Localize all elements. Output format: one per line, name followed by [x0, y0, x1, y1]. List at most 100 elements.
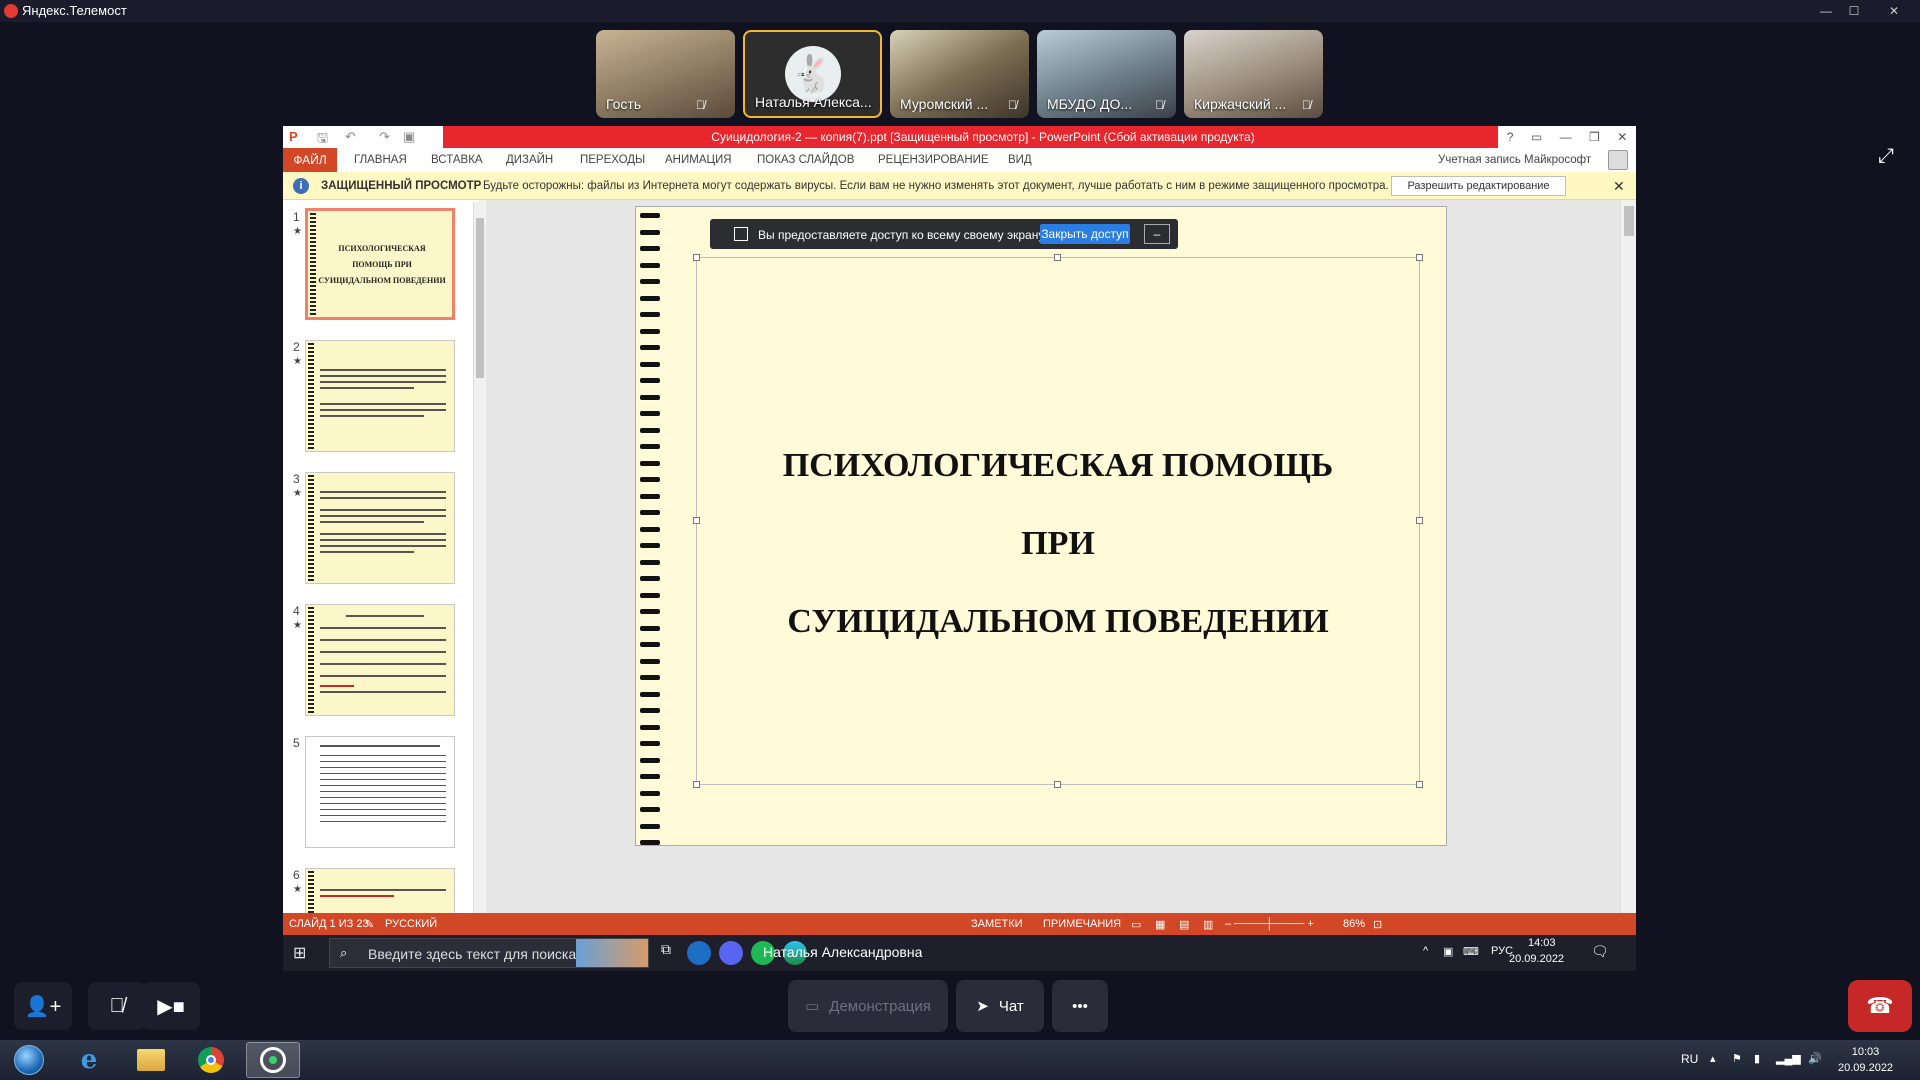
battery-icon[interactable]: ▮ — [1754, 1052, 1760, 1065]
tab-slideshow[interactable]: ПОКАЗ СЛАЙДОВ — [757, 154, 854, 166]
flag-icon[interactable]: ⚑ — [1732, 1052, 1742, 1065]
normal-view-icon[interactable]: ▭ — [1131, 918, 1141, 931]
comments-button[interactable]: ПРИМЕЧАНИЯ — [1043, 918, 1121, 930]
ppt-minimize-icon[interactable]: — — [1560, 130, 1572, 144]
windows-start-icon[interactable]: ⊞ — [293, 943, 311, 962]
fullscreen-icon[interactable]: ⤢ — [1868, 138, 1904, 174]
add-participant-icon[interactable]: 👤+ — [14, 982, 72, 1030]
zoom-level[interactable]: 86% — [1343, 918, 1365, 930]
volume-icon[interactable]: 🔊 — [1808, 1052, 1822, 1065]
tab-review[interactable]: РЕЦЕНЗИРОВАНИЕ — [878, 154, 989, 166]
tray-chevron-icon[interactable]: ^ — [1423, 945, 1428, 957]
stop-sharing-button[interactable]: Закрыть доступ — [1040, 224, 1130, 244]
ppt-restore-icon[interactable]: ❐ — [1589, 130, 1600, 144]
spiral-ring — [640, 361, 660, 367]
spiral-binding — [310, 213, 316, 315]
protected-view-bar: i ЗАЩИЩЕННЫЙ ПРОСМОТР Будьте осторожны: … — [283, 172, 1636, 200]
network-icon[interactable]: ▂▄▆ — [1776, 1052, 1801, 1065]
reading-view-icon[interactable]: ▤ — [1179, 918, 1189, 931]
screen-share-button[interactable]: ▭ Демонстрация — [788, 980, 948, 1032]
resize-handle[interactable] — [693, 254, 700, 261]
minimize-window-button[interactable]: — — [1812, 0, 1840, 22]
tab-file[interactable]: ФАЙЛ — [283, 148, 337, 172]
slide-thumbnail[interactable] — [305, 736, 455, 848]
resize-handle[interactable] — [1416, 781, 1423, 788]
slideshow-start-icon[interactable]: ▣ — [403, 129, 415, 145]
telemost-taskbar-icon[interactable] — [246, 1042, 300, 1078]
keyboard-language[interactable]: RU — [1681, 1052, 1698, 1066]
spellcheck-icon[interactable]: ✎ — [365, 918, 374, 931]
participant-tile[interactable]: 🐇 Наталья Алекса... — [743, 30, 882, 118]
tab-home[interactable]: ГЛАВНАЯ — [354, 154, 407, 166]
slide-thumbnail[interactable] — [305, 604, 455, 716]
editor-scrollbar[interactable] — [1620, 200, 1636, 939]
account-menu[interactable]: Учетная запись Майкрософт — [1438, 154, 1591, 166]
fit-slide-icon[interactable]: ⊡ — [1373, 918, 1382, 931]
slideshow-icon[interactable]: ▥ — [1203, 918, 1213, 931]
internet-explorer-icon[interactable]: e — [62, 1042, 116, 1078]
current-slide[interactable]: ПСИХОЛОГИЧЕСКАЯ ПОМОЩЬ ПРИ СУИЦИДАЛЬНОМ … — [635, 206, 1447, 846]
language-indicator[interactable]: РУССКИЙ — [385, 918, 437, 930]
camera-icon[interactable]: ▶■ — [142, 982, 200, 1030]
help-icon[interactable]: ? — [1507, 130, 1514, 144]
resize-handle[interactable] — [1054, 254, 1061, 261]
slide-thumbnail[interactable]: ПСИХОЛОГИЧЕСКАЯ ПОМОЩЬ ПРИ СУИЦИДАЛЬНОМ … — [305, 208, 455, 320]
tab-view[interactable]: ВИД — [1008, 154, 1032, 166]
spiral-ring — [640, 477, 660, 482]
tab-insert[interactable]: ВСТАВКА — [431, 154, 483, 166]
thumbnail-scrollbar[interactable] — [473, 202, 485, 938]
slide-thumbnail[interactable] — [305, 472, 455, 584]
tray-app-icon[interactable]: ▣ — [1443, 945, 1453, 958]
spiral-ring — [640, 394, 660, 400]
keyboard-icon[interactable]: ⌨ — [1463, 945, 1479, 958]
spiral-ring — [640, 823, 660, 829]
account-avatar-icon[interactable] — [1608, 150, 1628, 170]
enable-editing-button[interactable]: Разрешить редактирование — [1391, 176, 1566, 196]
close-window-button[interactable]: ✕ — [1880, 0, 1908, 22]
slide-sorter-icon[interactable]: ▦ — [1155, 918, 1165, 931]
taskbar-search[interactable]: ⌕ Введите здесь текст для поиска — [329, 938, 649, 968]
discord-icon[interactable] — [719, 941, 743, 965]
participant-tile[interactable]: МБУДО ДО... 🎙̸ — [1037, 30, 1176, 118]
tab-animation[interactable]: АНИМАЦИЯ — [665, 154, 732, 166]
zoom-slider[interactable]: – ────┼──── + — [1225, 918, 1314, 930]
end-call-button[interactable]: ☎ — [1848, 980, 1912, 1032]
chrome-icon[interactable] — [184, 1042, 238, 1078]
search-highlight-image — [576, 939, 648, 967]
microphone-off-icon[interactable]: 🎙̸ — [88, 982, 146, 1030]
maximize-window-button[interactable]: ☐ — [1840, 0, 1868, 22]
tray-expand-icon[interactable]: ▴ — [1710, 1052, 1716, 1065]
notifications-icon[interactable]: 🗨 — [1591, 943, 1609, 960]
participant-tile[interactable]: Муромский ... 🎙̸ — [890, 30, 1029, 118]
share-screen-icon — [734, 227, 748, 241]
participant-tile[interactable]: Киржачский ... 🎙̸ — [1184, 30, 1323, 118]
spiral-ring — [640, 295, 660, 301]
participant-tile[interactable]: Гость 🎙̸ — [596, 30, 735, 118]
steam-icon[interactable] — [687, 941, 711, 965]
slide-thumbnail[interactable] — [305, 340, 455, 452]
minimize-share-bar-button[interactable]: – — [1144, 224, 1170, 244]
task-view-icon[interactable]: ⧉ — [661, 941, 685, 965]
more-options-button[interactable]: ••• — [1052, 980, 1108, 1032]
resize-handle[interactable] — [1416, 254, 1423, 261]
spiral-ring — [640, 246, 660, 251]
resize-handle[interactable] — [693, 781, 700, 788]
close-icon[interactable]: ✕ — [1613, 178, 1625, 195]
resize-handle[interactable] — [1054, 781, 1061, 788]
thumb-number: 2 — [293, 340, 300, 354]
chat-button[interactable]: ➤ Чат — [956, 980, 1044, 1032]
notes-button[interactable]: ЗАМЕТКИ — [971, 918, 1023, 930]
tab-design[interactable]: ДИЗАЙН — [506, 154, 553, 166]
system-clock[interactable]: 10:03 20.09.2022 — [1838, 1044, 1893, 1076]
file-explorer-icon[interactable] — [124, 1042, 178, 1078]
spiral-ring — [640, 526, 660, 532]
chat-label: Чат — [998, 997, 1024, 1015]
ppt-close-icon[interactable]: ✕ — [1617, 130, 1627, 144]
ribbon-display-icon[interactable]: ▭ — [1531, 130, 1542, 144]
windows-start-orb-icon[interactable] — [2, 1042, 56, 1078]
slide-title-line: СУИЦИДАЛЬНОМ ПОВЕДЕНИИ — [787, 603, 1329, 640]
redo-icon[interactable]: ↷ — [379, 129, 390, 145]
undo-icon[interactable]: ↶ — [345, 129, 356, 145]
tab-transitions[interactable]: ПЕРЕХОДЫ — [580, 154, 645, 166]
thumb-number: 4 — [293, 604, 300, 618]
